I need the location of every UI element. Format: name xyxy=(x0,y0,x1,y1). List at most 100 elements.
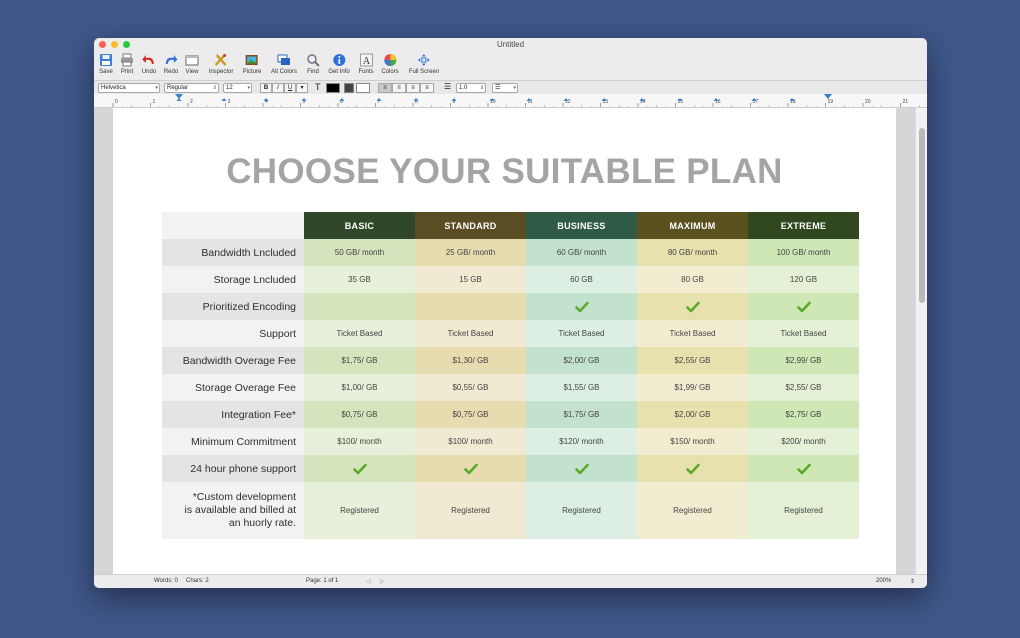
italic-button[interactable]: I xyxy=(272,83,284,93)
check-icon xyxy=(796,463,811,474)
check-icon xyxy=(574,463,589,474)
fonts-icon: A xyxy=(359,53,373,67)
font-family-select[interactable]: Helvetica ▾ xyxy=(98,83,160,93)
font-style-select[interactable]: Regular ⇕ xyxy=(164,83,219,93)
print-icon xyxy=(121,53,133,67)
find-icon xyxy=(307,54,320,67)
row-label: Storage Lncluded xyxy=(162,266,304,293)
included-check xyxy=(304,455,415,482)
plan-header-extreme: EXTREME xyxy=(748,212,859,239)
toolbar-picture-button[interactable]: Picture xyxy=(242,53,262,75)
toolbar-full-screen-button[interactable]: Full Screen xyxy=(409,53,439,75)
bold-button[interactable]: B xyxy=(260,83,272,93)
toolbar-label: Inspector xyxy=(208,69,234,75)
toolbar: Save Print Undo Redo View Inspector Picture Alt… xyxy=(94,52,927,80)
plan-value-cell: Registered xyxy=(304,482,415,539)
table-row: Bandwidth Overage Fee $1,75/ GB $1,30/ GB $… xyxy=(162,347,859,374)
background-color-well[interactable] xyxy=(356,83,370,93)
ruler-number: 1 xyxy=(153,99,156,105)
toolbar-label: Fonts xyxy=(358,69,374,75)
toolbar-redo-button[interactable]: Redo xyxy=(164,53,178,75)
plan-value-cell: $2,00/ GB xyxy=(637,401,748,428)
tab-stop-marker xyxy=(221,98,227,101)
colors-icon xyxy=(384,54,396,66)
toolbar-save-button[interactable]: Save xyxy=(99,53,113,75)
list-style-select[interactable]: ☰ ▾ xyxy=(492,83,518,93)
plan-value-cell: Registered xyxy=(748,482,859,539)
document-page[interactable]: CHOOSE YOUR SUITABLE PLAN BASIC STANDARD B… xyxy=(113,108,896,574)
table-row: Storage Lncluded 35 GB 15 GB 60 GB 80 GB 120 … xyxy=(162,266,859,293)
toolbar-label: Save xyxy=(99,69,113,75)
plan-value-cell: $120/ month xyxy=(526,428,637,455)
highlight-icon[interactable] xyxy=(344,83,354,93)
toolbar-alt-colors-button[interactable]: Alt Colors xyxy=(271,53,297,75)
toolbar-print-button[interactable]: Print xyxy=(120,53,134,75)
align-right-button[interactable]: ≡ xyxy=(406,83,420,93)
next-page-icon[interactable]: ▷ xyxy=(380,578,385,585)
word-count: Words: 0 xyxy=(154,578,178,584)
table-row: Bandwidth Lncluded 50 GB/ month 25 GB/ mon… xyxy=(162,239,859,266)
toolbar-undo-button[interactable]: Undo xyxy=(142,53,156,75)
vertical-scrollbar[interactable] xyxy=(915,108,927,574)
toolbar-view-button[interactable]: View xyxy=(185,53,199,75)
prev-page-icon[interactable]: ◁ xyxy=(366,578,371,585)
check-icon xyxy=(685,463,700,474)
scroll-thumb[interactable] xyxy=(919,128,925,303)
plan-value-cell: Ticket Based xyxy=(748,320,859,347)
table-row: Integration Fee* $0,75/ GB $0,75/ GB $1,75/… xyxy=(162,401,859,428)
included-check xyxy=(748,293,859,320)
underline-button[interactable]: U xyxy=(284,83,296,93)
zoom-stepper-icon[interactable]: ⇕ xyxy=(910,578,915,585)
redo-icon xyxy=(166,55,178,64)
included-check xyxy=(748,455,859,482)
toolbar-find-button[interactable]: Find xyxy=(306,53,320,75)
plan-value-cell: Registered xyxy=(526,482,637,539)
plan-value-cell: Ticket Based xyxy=(526,320,637,347)
toolbar-get-info-button[interactable]: Get Info xyxy=(328,53,350,75)
plan-value-cell: $100/ month xyxy=(415,428,526,455)
inspector-icon xyxy=(215,54,227,66)
font-size-select[interactable]: 12 ▾ xyxy=(223,83,252,93)
toolbar-inspector-button[interactable]: Inspector xyxy=(208,53,234,75)
table-row: *Custom development is available and bill… xyxy=(162,482,859,539)
plan-value-cell: $2,55/ GB xyxy=(748,374,859,401)
window-title: Untitled xyxy=(496,40,525,49)
included-check xyxy=(526,455,637,482)
table-row: Storage Overage Fee $1,00/ GB $0,55/ GB $1,… xyxy=(162,374,859,401)
row-label: 24 hour phone support xyxy=(162,455,304,482)
plan-value-cell: 80 GB/ month xyxy=(637,239,748,266)
plan-value-cell: 120 GB xyxy=(748,266,859,293)
page-heading: CHOOSE YOUR SUITABLE PLAN xyxy=(226,152,783,191)
plan-value-cell: $0,55/ GB xyxy=(415,374,526,401)
justify-button[interactable]: ≡ xyxy=(420,83,434,93)
toolbar-label: Alt Colors xyxy=(270,69,298,75)
toolbar-label: Find xyxy=(307,69,319,75)
row-label: Minimum Commitment xyxy=(162,428,304,455)
toolbar-fonts-button[interactable]: A Fonts xyxy=(358,53,374,75)
page-indicator: Page: 1 of 1 xyxy=(306,578,339,584)
align-left-button[interactable]: ≡ xyxy=(378,83,392,93)
zoom-level[interactable]: 200% xyxy=(876,578,891,584)
toolbar-label: Undo xyxy=(141,69,157,75)
align-center-button[interactable]: ≡ xyxy=(392,83,406,93)
save-icon xyxy=(100,54,112,66)
ruler-number: 2 xyxy=(190,99,193,105)
title-bar: Untitled xyxy=(94,38,927,52)
toolbar-colors-button[interactable]: Colors xyxy=(381,53,399,75)
ruler[interactable]: 0 1 2 3 4 5 6 7 8 9 10 11 12 13 14 15 16 17 18 19 20 21 xyxy=(94,94,927,108)
plan-value-cell: 50 GB/ month xyxy=(304,239,415,266)
pricing-table: BASIC STANDARD BUSINESS MAXIMUM EXTREME Band… xyxy=(162,212,859,539)
row-label: *Custom development is available and bill… xyxy=(162,482,304,539)
plan-value-cell: $1,75/ GB xyxy=(304,347,415,374)
line-spacing-select[interactable]: 1.0 ⇕ xyxy=(456,83,486,93)
ruler-number: 19 xyxy=(828,99,834,105)
plan-value-cell: $200/ month xyxy=(748,428,859,455)
plan-value-cell: $150/ month xyxy=(637,428,748,455)
toolbar-label: Full Screen xyxy=(408,69,440,75)
row-label: Bandwidth Lncluded xyxy=(162,239,304,266)
table-row: Support Ticket Based Ticket Based Ticket Ba… xyxy=(162,320,859,347)
toolbar-label: Picture xyxy=(242,69,262,75)
text-color-well[interactable] xyxy=(326,83,340,93)
plan-header-maximum: MAXIMUM xyxy=(637,212,748,239)
underline-menu-button[interactable]: ▾ xyxy=(296,83,308,93)
